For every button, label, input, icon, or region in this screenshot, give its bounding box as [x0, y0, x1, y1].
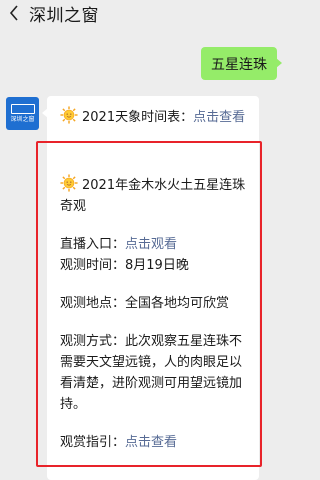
event-info: 2021年金木水火土五星连珠奇观 直播入口：点击观看 观测时间：8月19日晚 观…	[60, 174, 252, 453]
timetable-link[interactable]: 点击查看	[193, 110, 245, 125]
top-bar: 深圳之窗	[0, 0, 293, 26]
avatar[interactable]: 深圳之窗	[6, 97, 39, 130]
logo-icon	[10, 104, 35, 114]
sent-message-text: 五星连珠	[211, 56, 267, 73]
entry-and-time: 直播入口：点击观看 观测时间：8月19日晚	[60, 234, 252, 276]
observation-method: 观测方式：此次观察五星连珠不需要天文望远镜，人的肉眼足以看清楚，进阶观测可用望远…	[60, 334, 243, 412]
guide-link[interactable]: 点击查看	[125, 435, 177, 450]
viewing-guide-line: 观赏指引：点击查看	[60, 432, 252, 453]
back-button[interactable]	[3, 0, 25, 26]
event-heading: 2021年金木水火土五星连珠奇观	[60, 174, 252, 217]
chevron-left-icon	[9, 5, 18, 21]
watch-live-link[interactable]: 点击观看	[125, 237, 177, 252]
sun-icon	[60, 106, 78, 124]
live-entry-line: 直播入口：点击观看	[60, 234, 252, 255]
observation-time: 观测时间：8月19日晚	[60, 258, 189, 273]
entry-label: 直播入口：	[60, 237, 126, 252]
intro-text: 2021天象时间表：	[82, 110, 194, 125]
chat-title: 深圳之窗	[29, 5, 99, 26]
sun-icon	[60, 174, 78, 192]
guide-label: 观赏指引：	[60, 435, 126, 450]
sent-message-bubble[interactable]: 五星连珠	[201, 47, 282, 80]
avatar-label: 深圳之窗	[10, 116, 35, 123]
intro-line: 2021天象时间表：点击查看	[60, 106, 250, 128]
event-heading-text: 2021年金木水火土五星连珠奇观	[60, 178, 246, 214]
observation-location: 观测地点：全国各地均可欣赏	[60, 296, 230, 311]
